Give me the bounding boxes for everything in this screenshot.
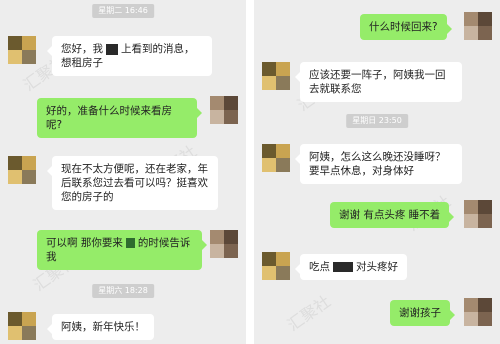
my-avatar[interactable] [464,12,492,40]
contact-avatar[interactable] [8,312,36,340]
my-avatar[interactable] [464,200,492,228]
contact-avatar[interactable] [262,252,290,280]
message-bubble-incoming[interactable]: 现在不太方便呢，还在老家，年后联系您过去看可以吗？挺喜欢您的房子的 [47,156,218,210]
message-bubble-outgoing[interactable]: 好的，准备什么时候来看房呢? [37,98,202,138]
message-bubble-incoming[interactable]: 吃点 对头疼好 [295,254,407,280]
message-bubble-incoming[interactable]: 您好，我 上看到的消息，想租房子 [47,36,212,76]
message-bubble-incoming[interactable]: 阿姨，怎么这么晚还没睡呀？要早点休息，对身体好 [295,144,462,184]
message-bubble-outgoing[interactable]: 可以啊 那你要来 的时候告诉我 [37,230,207,270]
message-bubble-outgoing[interactable]: 谢谢 有点头疼 睡不着 [330,202,455,228]
right-chat-panel: 汇聚社 汇聚社 汇聚社 什么时候回来? 应该还要一阵子，阿姨我一回去就联系您 星… [254,0,500,344]
my-avatar[interactable] [464,298,492,326]
message-bubble-incoming[interactable]: 应该还要一阵子，阿姨我一回去就联系您 [295,62,462,102]
message-text: 现在不太方便呢，还在老家，年后联系您过去看可以吗？挺喜欢您的房子的 [61,163,208,203]
message-bubble-incoming[interactable]: 阿姨，新年快乐！ [47,314,154,340]
message-text: 阿姨，新年快乐！ [61,321,145,333]
message-text: 阿姨，怎么这么晚还没睡呀？要早点休息，对身体好 [309,151,446,177]
message-text: 谢谢 有点头疼 睡不着 [339,209,441,221]
redacted-block [106,43,118,55]
contact-avatar[interactable] [8,36,36,64]
message-text: 可以啊 那你要来 [46,237,123,249]
message-text: 吃点 [309,261,330,273]
message-text: 谢谢孩子 [399,307,441,319]
my-avatar[interactable] [210,230,238,258]
redacted-block [333,262,353,272]
message-text: 什么时候回来? [369,21,438,33]
message-text: 好的，准备什么时候来看房呢? [46,105,172,131]
contact-avatar[interactable] [8,156,36,184]
redacted-block [125,238,135,248]
timestamp: 星期六 18:28 [92,284,154,298]
timestamp: 星期日 23:50 [346,114,408,128]
message-bubble-outgoing[interactable]: 谢谢孩子 [390,300,455,326]
watermark: 汇聚社 [283,291,334,335]
contact-avatar[interactable] [262,62,290,90]
panel-divider [246,0,254,344]
my-avatar[interactable] [210,96,238,124]
message-text: 您好，我 [61,43,103,55]
left-chat-panel: 汇聚社 汇聚社 汇聚社 星期二 16:46 您好，我上看到的消息，想租房子 好的… [0,0,246,344]
message-text: 应该还要一阵子，阿姨我一回去就联系您 [309,69,446,95]
message-bubble-outgoing[interactable]: 什么时候回来? [360,14,452,40]
timestamp: 星期二 16:46 [92,4,154,18]
contact-avatar[interactable] [262,144,290,172]
message-text: 对头疼好 [356,261,398,273]
